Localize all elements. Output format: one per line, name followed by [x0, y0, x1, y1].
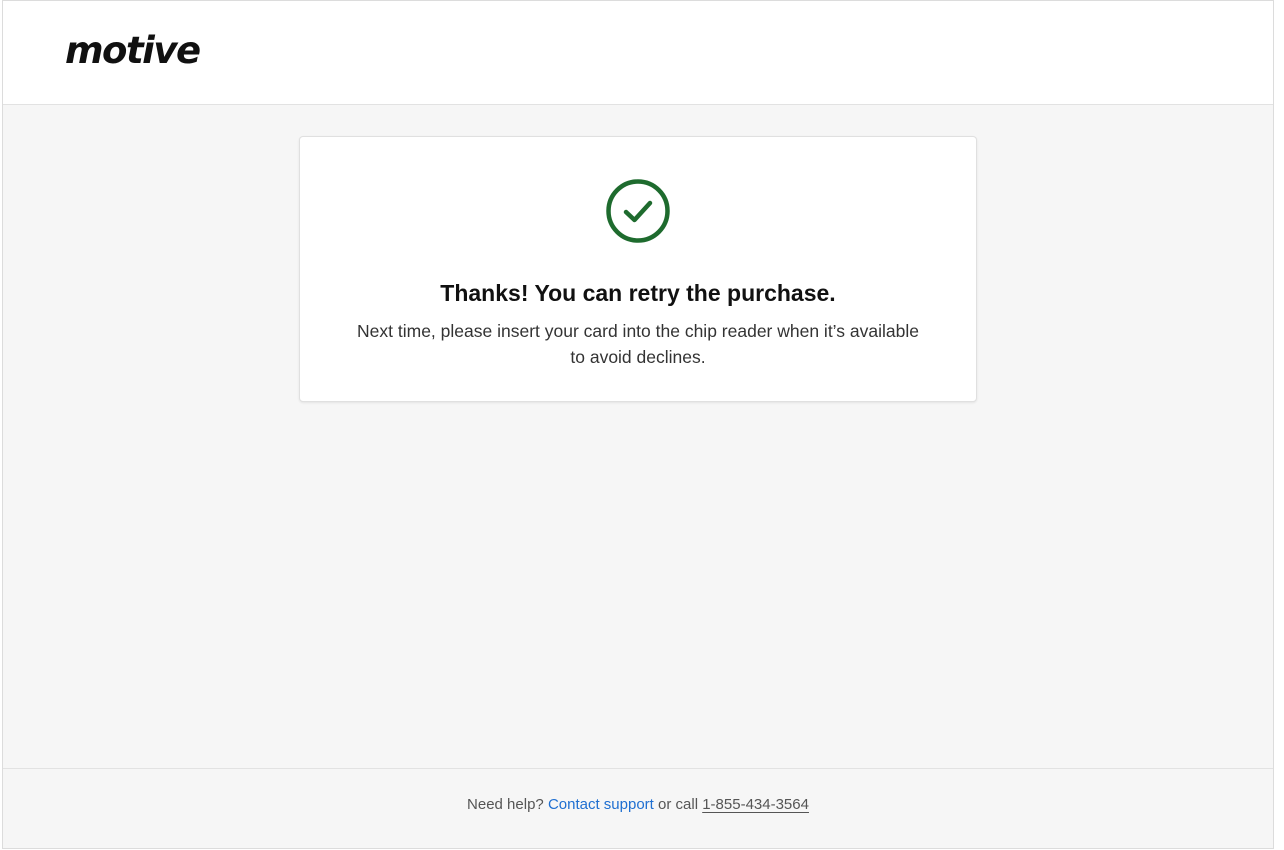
confirmation-message: Next time, please insert your card into … — [357, 321, 919, 367]
confirmation-title: Thanks! You can retry the purchase. — [440, 280, 836, 306]
confirmation-card: Thanks! You can retry the purchase. Next… — [299, 136, 977, 402]
motive-logo[interactable]: motive — [65, 23, 201, 79]
phone-link[interactable]: 1-855-434-3564 — [702, 796, 809, 813]
contact-support-link[interactable]: Contact support — [548, 796, 654, 813]
call-text: or call — [658, 796, 699, 813]
help-prefix: Need help? — [467, 796, 544, 813]
footer: Need help? Contact support or call 1-855… — [3, 768, 1273, 848]
check-circle-icon — [606, 179, 670, 243]
help-text: Need help? Contact support or call 1-855… — [3, 795, 1273, 815]
page-frame: motive Thanks! You can retry the purchas… — [2, 0, 1274, 849]
header: motive — [3, 1, 1273, 105]
